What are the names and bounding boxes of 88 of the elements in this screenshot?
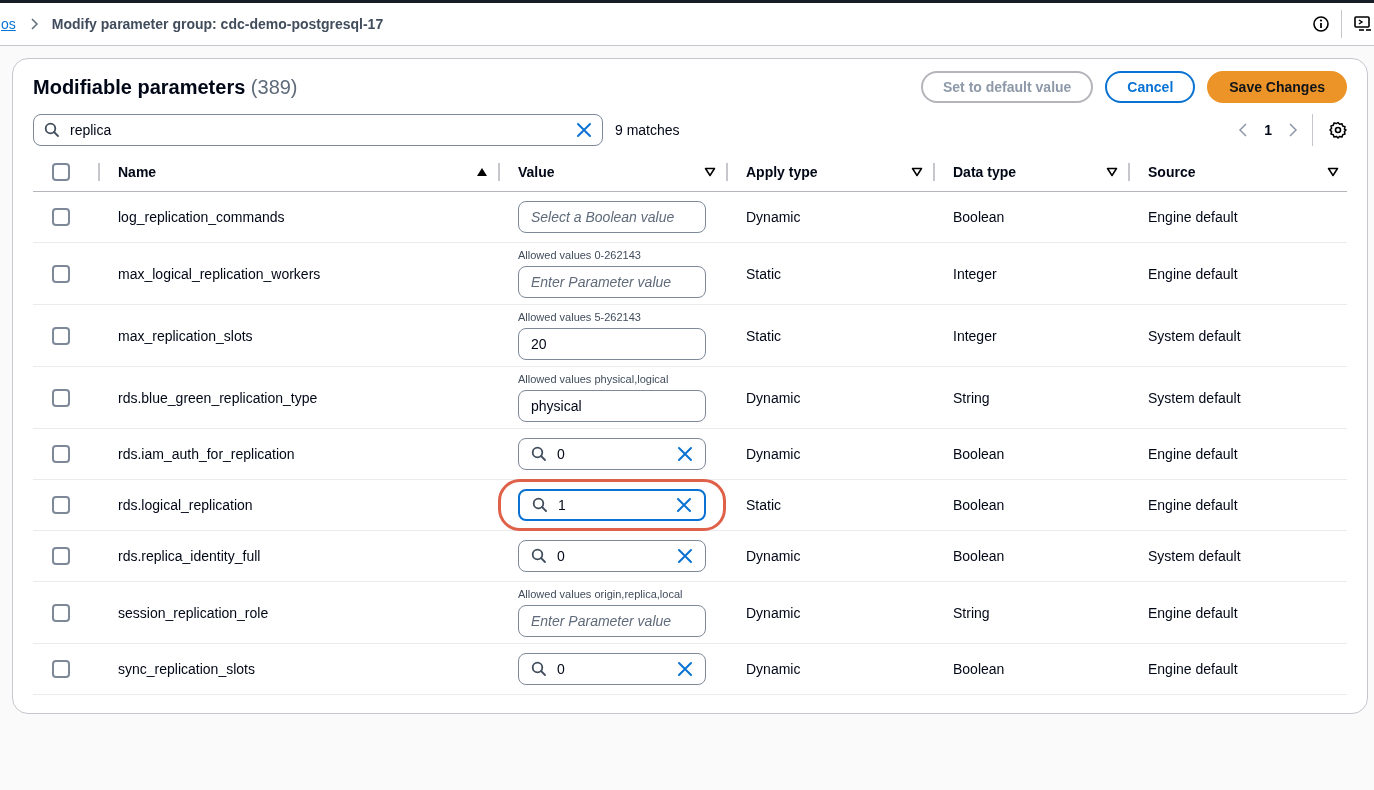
- column-header[interactable]: Value: [518, 164, 555, 180]
- clear-icon: [676, 497, 692, 513]
- allowed-values-hint: Allowed values 5-262143: [518, 311, 641, 323]
- row-checkbox[interactable]: [51, 547, 70, 565]
- breadcrumb-link[interactable]: os: [1, 16, 16, 32]
- apply-type: Dynamic: [746, 548, 801, 564]
- value-search-field[interactable]: 1: [518, 489, 706, 521]
- search-icon: [532, 497, 548, 513]
- row-checkbox[interactable]: [51, 264, 70, 283]
- value-search-field[interactable]: 0: [518, 438, 706, 470]
- match-count: 9 matches: [615, 122, 680, 138]
- parameter-name: rds.replica_identity_full: [118, 548, 261, 564]
- parameter-name: log_replication_commands: [118, 209, 285, 225]
- parameter-input[interactable]: Enter Parameter value: [518, 266, 706, 298]
- screen-icon: [1354, 16, 1372, 32]
- apply-type: Static: [746, 265, 781, 282]
- parameter-name: max_logical_replication_workers: [118, 265, 321, 282]
- source: System default: [1148, 327, 1241, 344]
- parameter-name: sync_replication_slots: [118, 661, 255, 677]
- clear-icon: [576, 122, 592, 138]
- search-icon: [531, 446, 547, 462]
- apply-type: Static: [746, 497, 781, 513]
- source: System default: [1148, 548, 1241, 564]
- row-checkbox[interactable]: [51, 326, 70, 345]
- save-button[interactable]: Save Changes: [1207, 71, 1347, 103]
- value-search-field[interactable]: 0: [518, 653, 706, 685]
- row-checkbox[interactable]: [51, 496, 70, 514]
- row-checkbox[interactable]: [51, 603, 70, 622]
- parameter-name: rds.iam_auth_for_replication: [118, 446, 295, 462]
- parameter-name: session_replication_role: [118, 604, 269, 621]
- row-checkbox[interactable]: [51, 660, 70, 678]
- parameter-input[interactable]: Enter Parameter value: [518, 605, 706, 637]
- data-type: Boolean: [953, 548, 1005, 564]
- data-type: Boolean: [953, 497, 1005, 513]
- row-checkbox[interactable]: [51, 388, 70, 407]
- breadcrumb-current: Modify parameter group: cdc-demo-postgresql-17: [51, 16, 384, 32]
- data-type: String: [953, 389, 990, 406]
- data-type: Integer: [953, 265, 997, 282]
- source: Engine default: [1148, 497, 1238, 513]
- apply-type: Dynamic: [746, 661, 801, 677]
- settings-icon: [1329, 121, 1347, 139]
- data-type: Boolean: [953, 446, 1005, 462]
- allowed-values-hint: Allowed values 0-262143: [518, 249, 641, 261]
- source: Engine default: [1148, 265, 1238, 282]
- chevron-right-icon: [29, 18, 38, 30]
- clear-icon: [677, 661, 693, 677]
- search-icon: [531, 548, 547, 564]
- column-header[interactable]: Source: [1148, 164, 1196, 180]
- parameter-name: rds.blue_green_replication_type: [118, 389, 318, 406]
- row-checkbox[interactable]: [51, 208, 70, 226]
- source: Engine default: [1148, 446, 1238, 462]
- apply-type: Static: [746, 327, 781, 344]
- chevron-left-icon: [1238, 122, 1249, 138]
- clear-icon: [677, 548, 693, 564]
- filter-field[interactable]: replica: [33, 114, 603, 146]
- data-type: Boolean: [953, 209, 1005, 225]
- allowed-values-hint: Allowed values origin,replica,local: [518, 588, 683, 600]
- column-header[interactable]: Apply type: [746, 164, 818, 180]
- panel-title: Modifiable parameters (389): [33, 75, 298, 99]
- parameter-name: max_replication_slots: [118, 327, 253, 344]
- data-type: Integer: [953, 327, 997, 344]
- data-type: Boolean: [953, 661, 1005, 677]
- apply-type: Dynamic: [746, 389, 801, 406]
- info-icon: [1313, 16, 1329, 32]
- select-all-checkbox[interactable]: [51, 163, 70, 181]
- allowed-values-hint: Allowed values physical,logical: [518, 373, 669, 385]
- source: Engine default: [1148, 661, 1238, 677]
- parameter-input[interactable]: physical: [518, 390, 706, 422]
- page-number[interactable]: 1: [1264, 122, 1272, 138]
- source: Engine default: [1148, 604, 1238, 621]
- row-checkbox[interactable]: [51, 445, 70, 463]
- cancel-button[interactable]: Cancel: [1105, 71, 1196, 103]
- apply-type: Dynamic: [746, 209, 801, 225]
- value-search-field[interactable]: 0: [518, 540, 706, 572]
- parameter-name: rds.logical_replication: [118, 497, 253, 513]
- source: Engine default: [1148, 209, 1238, 225]
- source: System default: [1148, 389, 1241, 406]
- data-type: String: [953, 604, 990, 621]
- clear-icon: [677, 446, 693, 462]
- search-icon: [44, 122, 60, 138]
- apply-type: Dynamic: [746, 446, 801, 462]
- boolean-select[interactable]: Select a Boolean value: [518, 201, 706, 233]
- search-icon: [531, 661, 547, 677]
- column-header[interactable]: Name: [118, 164, 157, 180]
- chevron-right-icon: [1288, 122, 1298, 138]
- apply-type: Dynamic: [746, 604, 801, 621]
- parameter-input[interactable]: 20: [518, 328, 706, 360]
- column-header[interactable]: Data type: [953, 164, 1017, 180]
